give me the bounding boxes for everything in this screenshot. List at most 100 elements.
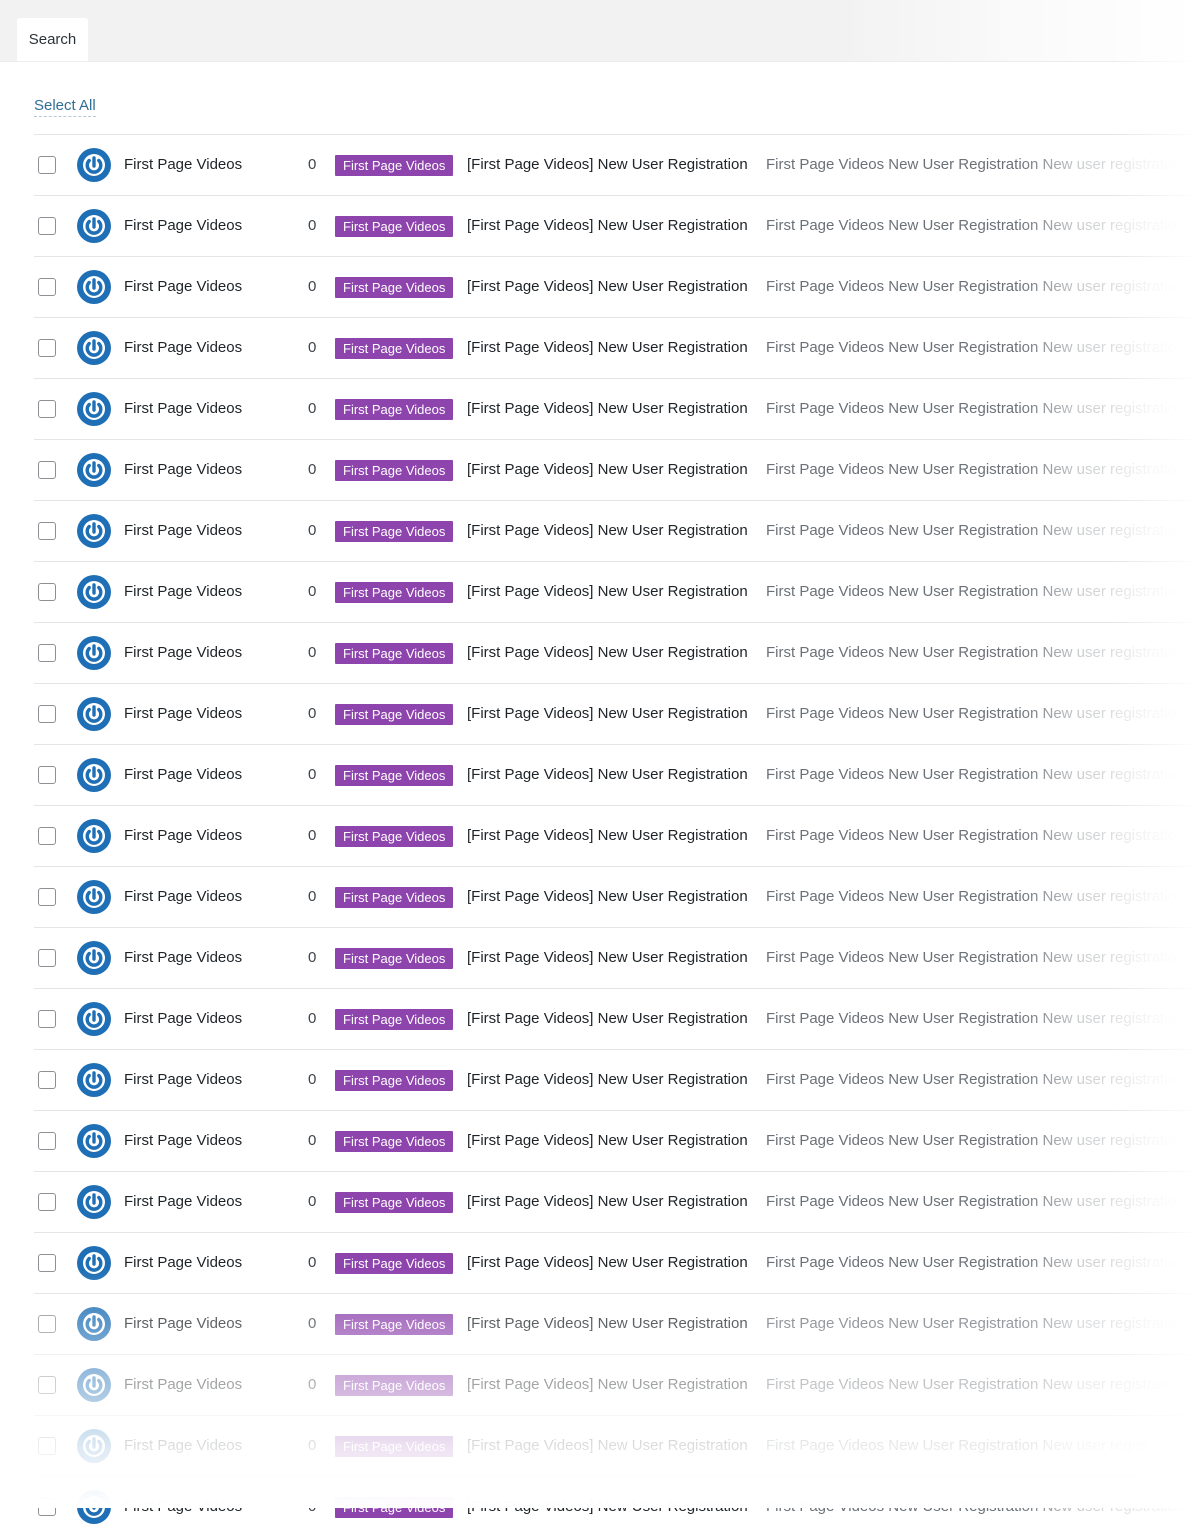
row-checkbox[interactable] (38, 278, 56, 296)
row-checkbox[interactable] (38, 400, 56, 418)
power-logo-icon (77, 1063, 111, 1097)
list-item[interactable]: First Page Videos 0 First Page Videos [F… (34, 744, 1200, 805)
sender-name: First Page Videos (124, 1193, 243, 1210)
preview-text: First Page Videos New User Registration … (766, 461, 1185, 478)
row-checkbox[interactable] (38, 1498, 56, 1516)
subject-text[interactable]: [First Page Videos] New User Registratio… (467, 562, 748, 622)
preview-text: First Page Videos New User Registration … (766, 949, 1185, 966)
tab-search[interactable]: Search (17, 18, 88, 61)
row-checkbox[interactable] (38, 1254, 56, 1272)
subject-text[interactable]: [First Page Videos] New User Registratio… (467, 867, 748, 927)
subject-text[interactable]: [First Page Videos] New User Registratio… (467, 318, 748, 378)
row-checkbox[interactable] (38, 1376, 56, 1394)
row-checkbox[interactable] (38, 1315, 56, 1333)
list-item[interactable]: First Page Videos 0 First Page Videos [F… (34, 683, 1200, 744)
message-count: 0 (308, 1132, 317, 1149)
sender-name: First Page Videos (124, 644, 243, 661)
list-item[interactable]: First Page Videos 0 First Page Videos [F… (34, 988, 1200, 1049)
subject-text[interactable]: [First Page Videos] New User Registratio… (467, 1355, 748, 1415)
subject-text[interactable]: [First Page Videos] New User Registratio… (467, 379, 748, 439)
list-item[interactable]: First Page Videos 0 First Page Videos [F… (34, 1476, 1200, 1537)
row-checkbox[interactable] (38, 766, 56, 784)
list-item[interactable]: First Page Videos 0 First Page Videos [F… (34, 439, 1200, 500)
subject-text[interactable]: [First Page Videos] New User Registratio… (467, 1111, 748, 1171)
list-item[interactable]: First Page Videos 0 First Page Videos [F… (34, 622, 1200, 683)
row-checkbox[interactable] (38, 949, 56, 967)
preview-text: First Page Videos New User Registration … (766, 522, 1185, 539)
list-item[interactable]: First Page Videos 0 First Page Videos [F… (34, 195, 1200, 256)
sender-name: First Page Videos (124, 1376, 243, 1393)
sender-name: First Page Videos (124, 583, 243, 600)
subject-text[interactable]: [First Page Videos] New User Registratio… (467, 745, 748, 805)
list-item[interactable]: First Page Videos 0 First Page Videos [F… (34, 1110, 1200, 1171)
row-checkbox[interactable] (38, 339, 56, 357)
source-badge: First Page Videos (335, 582, 454, 603)
select-all-link[interactable]: Select All (34, 96, 96, 117)
source-badge: First Page Videos (335, 399, 454, 420)
list-item[interactable]: First Page Videos 0 First Page Videos [F… (34, 1354, 1200, 1415)
source-badge: First Page Videos (335, 1436, 454, 1457)
message-count: 0 (308, 1315, 317, 1332)
source-badge: First Page Videos (335, 826, 454, 847)
subject-text[interactable]: [First Page Videos] New User Registratio… (467, 1050, 748, 1110)
subject-text[interactable]: [First Page Videos] New User Registratio… (467, 989, 748, 1049)
list-item[interactable]: First Page Videos 0 First Page Videos [F… (34, 561, 1200, 622)
list-item[interactable]: First Page Videos 0 First Page Videos [F… (34, 866, 1200, 927)
row-checkbox[interactable] (38, 156, 56, 174)
list-item[interactable]: First Page Videos 0 First Page Videos [F… (34, 317, 1200, 378)
row-checkbox[interactable] (38, 644, 56, 662)
row-checkbox[interactable] (38, 1071, 56, 1089)
list-item[interactable]: First Page Videos 0 First Page Videos [F… (34, 1415, 1200, 1476)
power-logo-icon (77, 148, 111, 182)
message-count: 0 (308, 156, 317, 173)
row-checkbox[interactable] (38, 705, 56, 723)
row-checkbox[interactable] (38, 1437, 56, 1455)
row-checkbox[interactable] (38, 827, 56, 845)
row-checkbox[interactable] (38, 583, 56, 601)
row-checkbox[interactable] (38, 1193, 56, 1211)
subject-text[interactable]: [First Page Videos] New User Registratio… (467, 1477, 748, 1537)
row-checkbox[interactable] (38, 522, 56, 540)
subject-text[interactable]: [First Page Videos] New User Registratio… (467, 1416, 748, 1476)
row-checkbox[interactable] (38, 1010, 56, 1028)
subject-text[interactable]: [First Page Videos] New User Registratio… (467, 1172, 748, 1232)
preview-text: First Page Videos New User Registration … (766, 1132, 1185, 1149)
subject-text[interactable]: [First Page Videos] New User Registratio… (467, 928, 748, 988)
preview-text: First Page Videos New User Registration … (766, 1254, 1185, 1271)
power-logo-icon (77, 941, 111, 975)
sender-name: First Page Videos (124, 1315, 243, 1332)
subject-text[interactable]: [First Page Videos] New User Registratio… (467, 1294, 748, 1354)
source-badge: First Page Videos (335, 765, 454, 786)
list-item[interactable]: First Page Videos 0 First Page Videos [F… (34, 500, 1200, 561)
message-count: 0 (308, 1010, 317, 1027)
message-count: 0 (308, 400, 317, 417)
list-item[interactable]: First Page Videos 0 First Page Videos [F… (34, 805, 1200, 866)
source-badge: First Page Videos (335, 1131, 454, 1152)
subject-text[interactable]: [First Page Videos] New User Registratio… (467, 440, 748, 500)
power-logo-icon (77, 1246, 111, 1280)
sender-name: First Page Videos (124, 827, 243, 844)
row-checkbox[interactable] (38, 1132, 56, 1150)
sender-name: First Page Videos (124, 400, 243, 417)
subject-text[interactable]: [First Page Videos] New User Registratio… (467, 806, 748, 866)
list-item[interactable]: First Page Videos 0 First Page Videos [F… (34, 1049, 1200, 1110)
list-item[interactable]: First Page Videos 0 First Page Videos [F… (34, 927, 1200, 988)
sender-name: First Page Videos (124, 888, 243, 905)
subject-text[interactable]: [First Page Videos] New User Registratio… (467, 501, 748, 561)
subject-text[interactable]: [First Page Videos] New User Registratio… (467, 196, 748, 256)
list-item[interactable]: First Page Videos 0 First Page Videos [F… (34, 1171, 1200, 1232)
list-item[interactable]: First Page Videos 0 First Page Videos [F… (34, 256, 1200, 317)
message-count: 0 (308, 827, 317, 844)
list-item[interactable]: First Page Videos 0 First Page Videos [F… (34, 1232, 1200, 1293)
list-item[interactable]: First Page Videos 0 First Page Videos [F… (34, 378, 1200, 439)
subject-text[interactable]: [First Page Videos] New User Registratio… (467, 623, 748, 683)
subject-text[interactable]: [First Page Videos] New User Registratio… (467, 1233, 748, 1293)
list-item[interactable]: First Page Videos 0 First Page Videos [F… (34, 134, 1200, 195)
list-item[interactable]: First Page Videos 0 First Page Videos [F… (34, 1293, 1200, 1354)
subject-text[interactable]: [First Page Videos] New User Registratio… (467, 684, 748, 744)
subject-text[interactable]: [First Page Videos] New User Registratio… (467, 135, 748, 195)
row-checkbox[interactable] (38, 888, 56, 906)
row-checkbox[interactable] (38, 461, 56, 479)
subject-text[interactable]: [First Page Videos] New User Registratio… (467, 257, 748, 317)
row-checkbox[interactable] (38, 217, 56, 235)
